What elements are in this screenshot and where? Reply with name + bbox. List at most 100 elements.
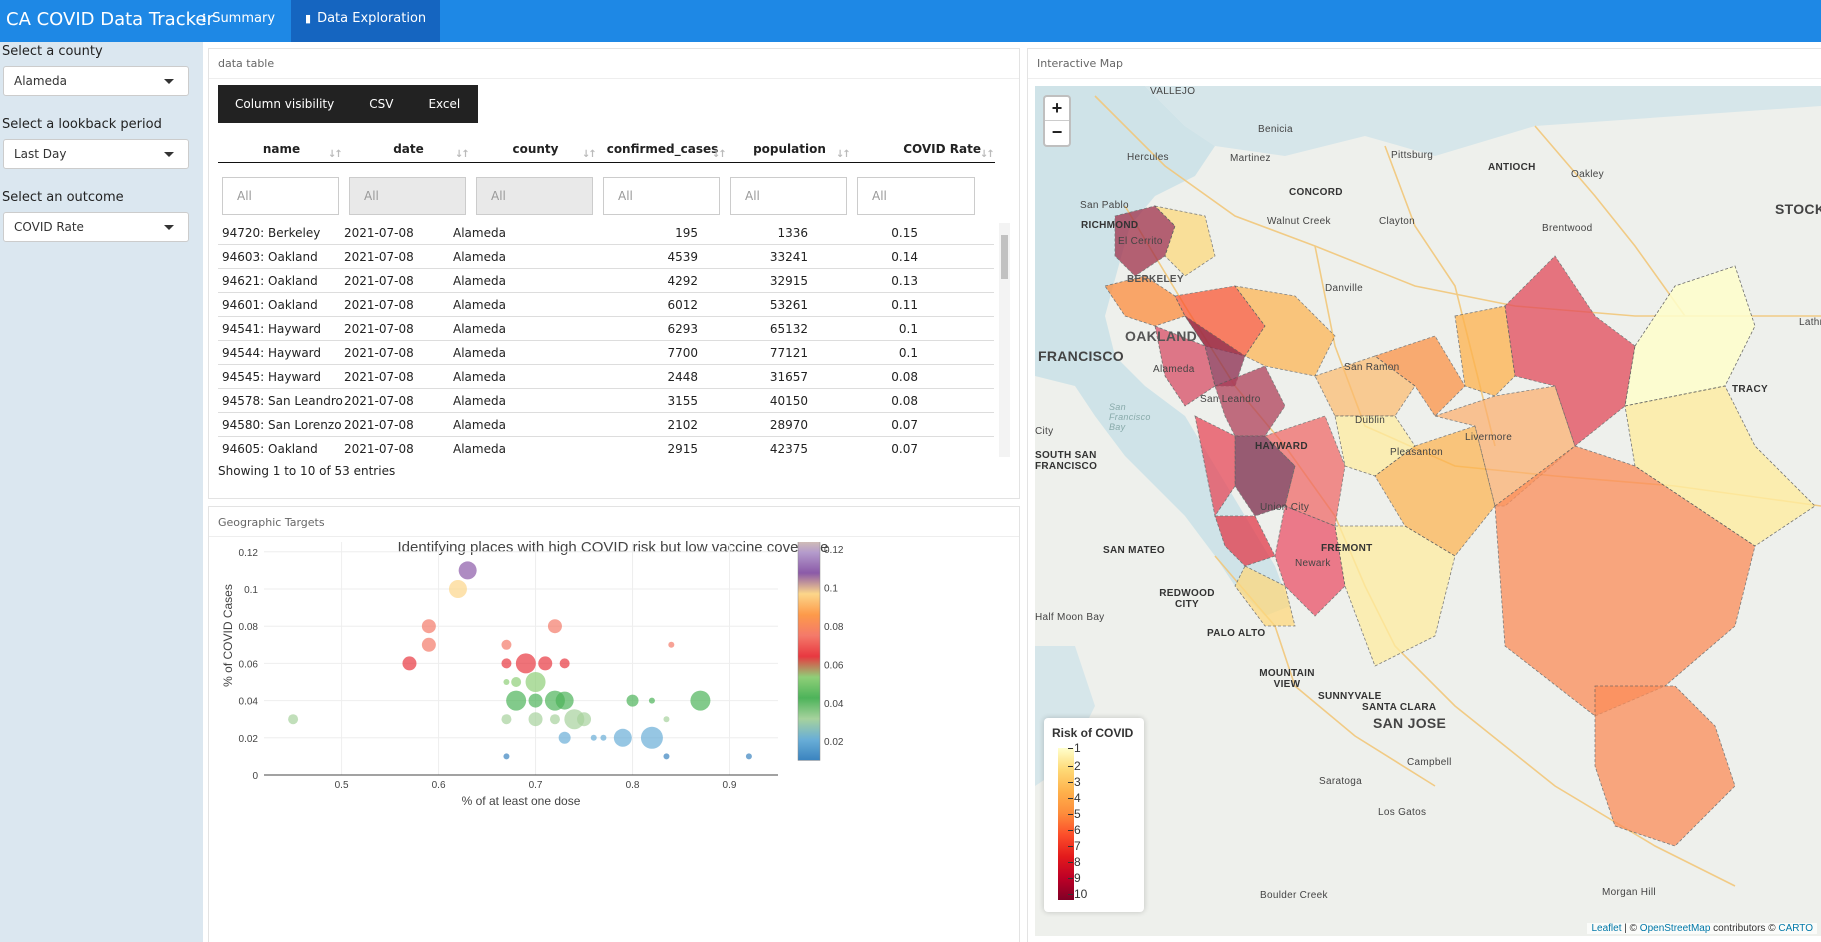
column-header-confirmed-cases[interactable]: confirmed_cases ↓↑ <box>599 137 727 161</box>
carto-link[interactable]: CARTO <box>1778 923 1813 934</box>
county-select[interactable]: Alameda <box>3 66 189 96</box>
y-tick-label: 0.02 <box>239 734 259 745</box>
table-row[interactable]: 94580: San Lorenzo 2021-07-08 Alameda 2102 2… <box>218 413 994 437</box>
scatter-point <box>690 690 711 711</box>
colorbar-tick-label: 0.12 <box>824 545 844 556</box>
table-cell: 94580: San Lorenzo <box>222 418 342 432</box>
outcome-select[interactable]: COVID Rate <box>3 212 189 242</box>
map-label: BERKELEY <box>1127 274 1184 285</box>
csv-button[interactable]: CSV <box>352 85 411 123</box>
table-scrollbar[interactable] <box>999 223 1010 457</box>
table-cell: 2021-07-08 <box>344 346 414 360</box>
table-row[interactable]: 94541: Hayward 2021-07-08 Alameda 6293 65132… <box>218 317 994 341</box>
legend-value: 5 <box>1068 807 1081 821</box>
map-label: San Ramon <box>1344 362 1400 373</box>
table-cell: Alameda <box>453 394 506 408</box>
table-cell: 195 <box>675 226 698 240</box>
map-label: MOUNTAIN VIEW <box>1259 668 1315 690</box>
outcome-label: Select an outcome <box>2 190 124 205</box>
filter-name[interactable]: All <box>222 177 339 215</box>
scatter-point <box>626 694 639 707</box>
table-cell: 2021-07-08 <box>344 298 414 312</box>
column-visibility-button[interactable]: Column visibility <box>218 85 352 123</box>
legend-value: 6 <box>1068 823 1081 837</box>
table-cell: 2915 <box>667 442 698 456</box>
scatter-point <box>663 716 670 723</box>
map-label: Campbell <box>1407 757 1452 768</box>
table-cell: 0.15 <box>891 226 918 240</box>
column-header-county[interactable]: county ↓↑ <box>472 137 599 161</box>
map-label: HAYWARD <box>1255 441 1308 452</box>
interactive-map[interactable]: VALLEJO Benicia Hercules Martinez Pittsb… <box>1035 86 1821 936</box>
table-info: Showing 1 to 10 of 53 entries <box>218 464 396 478</box>
legend-value: 7 <box>1068 839 1081 853</box>
bar-chart-icon: ▮ <box>305 12 312 25</box>
y-tick-label: 0.06 <box>239 659 259 670</box>
table-row[interactable]: 94720: Berkeley 2021-07-08 Alameda 195 1336 0… <box>218 223 994 245</box>
column-header-date[interactable]: date ↓↑ <box>345 137 472 161</box>
scatter-point <box>600 734 607 741</box>
table-row[interactable]: 94544: Hayward 2021-07-08 Alameda 7700 77121… <box>218 341 994 365</box>
scatter-point <box>402 656 417 671</box>
sort-icon: ↓↑ <box>836 149 851 160</box>
map-label: Alameda <box>1153 364 1195 375</box>
scatter-point <box>421 637 436 652</box>
leaflet-link[interactable]: Leaflet <box>1591 923 1621 934</box>
tab-summary[interactable]: ℹ Summary <box>188 0 289 42</box>
filter-covid-rate[interactable]: All <box>857 177 975 215</box>
colorbar-tick-label: 0.06 <box>824 660 844 671</box>
y-tick-label: 0.08 <box>239 622 259 633</box>
table-row[interactable]: 94578: San Leandro 2021-07-08 Alameda 3155 4… <box>218 389 994 413</box>
osm-link[interactable]: OpenStreetMap <box>1640 923 1711 934</box>
table-row[interactable]: 94621: Oakland 2021-07-08 Alameda 4292 32915… <box>218 269 994 293</box>
colorbar-tick-label: 0.08 <box>824 622 844 633</box>
zoom-in-button[interactable]: + <box>1045 97 1069 121</box>
chevron-down-icon <box>164 79 174 84</box>
table-row[interactable]: 94605: Oakland 2021-07-08 Alameda 2915 42375… <box>218 437 994 457</box>
sort-icon: ↓↑ <box>980 149 995 160</box>
scrollbar-thumb[interactable] <box>1001 235 1008 279</box>
filter-population[interactable]: All <box>730 177 847 215</box>
scatter-point <box>501 658 512 669</box>
column-header-name[interactable]: name ↓↑ <box>218 137 345 161</box>
filter-county[interactable]: All <box>476 177 593 215</box>
map-label: Hercules <box>1127 152 1169 163</box>
x-tick-label: 0.6 <box>432 780 446 791</box>
data-table-box: data table Column visibility CSV Excel n… <box>208 48 1020 499</box>
map-label: SAN MATEO <box>1103 545 1165 556</box>
table-row[interactable]: 94545: Hayward 2021-07-08 Alameda 2448 31657… <box>218 365 994 389</box>
colorbar-tick-label: 0.04 <box>824 699 844 710</box>
scatter-point <box>501 639 512 650</box>
map-label: Saratoga <box>1319 776 1362 787</box>
x-tick-label: 0.7 <box>529 780 543 791</box>
map-label: San Leandro <box>1200 394 1261 405</box>
table-row[interactable]: 94601: Oakland 2021-07-08 Alameda 6012 53261… <box>218 293 994 317</box>
table-cell: Alameda <box>453 370 506 384</box>
map-tiles[interactable] <box>1035 86 1821 936</box>
table-cell: 65132 <box>769 322 808 336</box>
filter-confirmed-cases[interactable]: All <box>603 177 720 215</box>
table-cell: 33241 <box>769 250 808 264</box>
excel-button[interactable]: Excel <box>411 85 478 123</box>
table-cell: Alameda <box>453 322 506 336</box>
x-axis-label: % of at least one dose <box>462 794 581 808</box>
table-cell: 0.11 <box>891 298 918 312</box>
scatter-point <box>458 561 477 580</box>
column-header-covid-rate[interactable]: COVID Rate ↓↑ <box>853 137 995 161</box>
map-label: Newark <box>1295 558 1331 569</box>
column-header-population[interactable]: population ↓↑ <box>726 137 853 161</box>
map-label: Lathr <box>1799 317 1821 328</box>
table-cell: Alameda <box>453 298 506 312</box>
legend-value: 3 <box>1068 775 1081 789</box>
app-title: CA COVID Data Tracker <box>6 9 214 30</box>
lookback-select[interactable]: Last Day <box>3 139 189 169</box>
map-label: San Francisco Bay <box>1109 402 1151 432</box>
county-value: Alameda <box>14 74 67 88</box>
map-label: City <box>1035 426 1054 437</box>
zoom-out-button[interactable]: − <box>1045 121 1069 145</box>
map-label: Pleasanton <box>1390 447 1444 458</box>
tab-data-exploration[interactable]: ▮ Data Exploration <box>291 0 441 42</box>
table-cell: 94578: San Leandro <box>222 394 343 408</box>
table-row[interactable]: 94603: Oakland 2021-07-08 Alameda 4539 33241… <box>218 245 994 269</box>
filter-date[interactable]: All <box>349 177 466 215</box>
